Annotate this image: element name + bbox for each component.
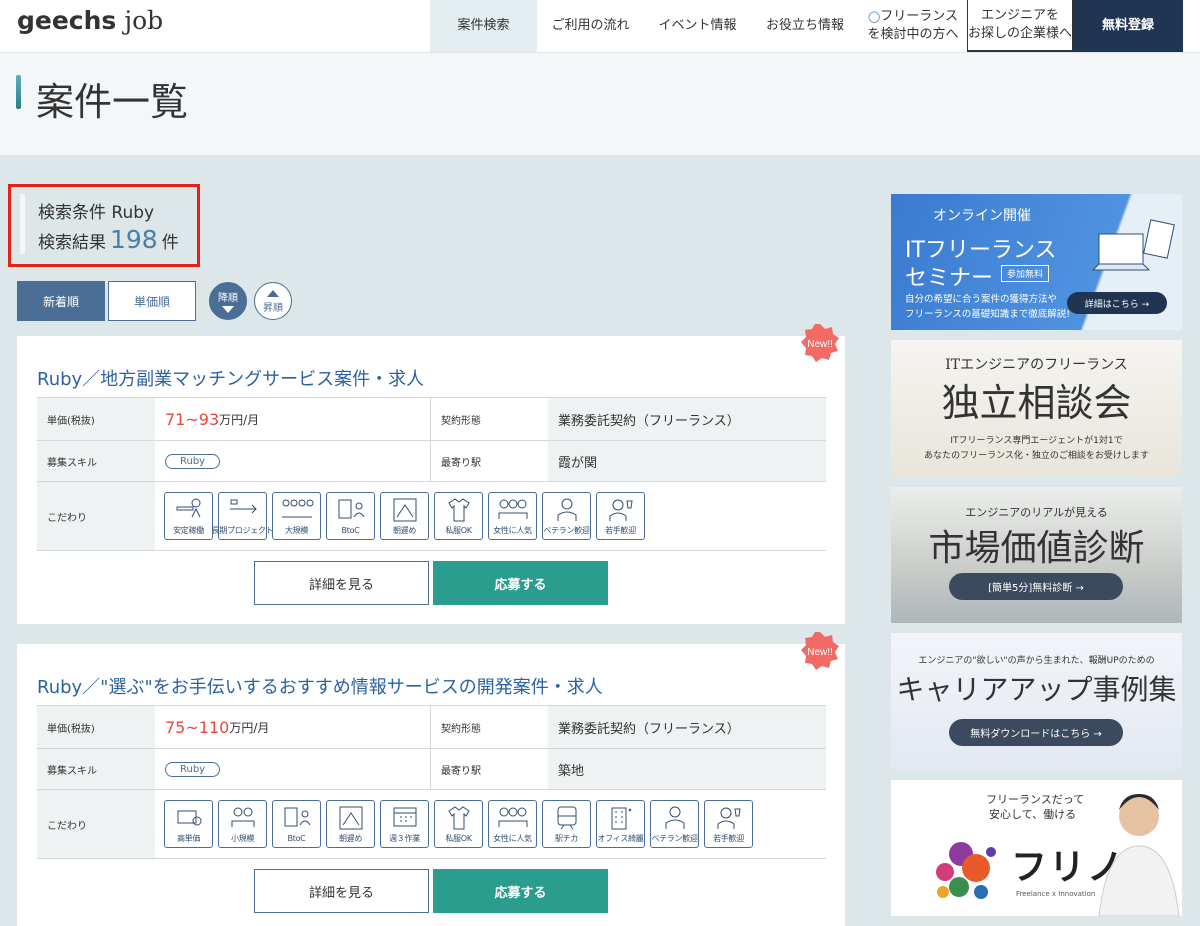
casual-dress-icon: 私服OK <box>434 492 483 540</box>
job-title[interactable]: Ruby／"選ぶ"をお手伝いするおすすめ情報サービスの開発案件・求人 <box>37 673 603 699</box>
view-details-button[interactable]: 詳細を見る <box>254 561 429 605</box>
contract-label: 契約形態 <box>430 398 548 440</box>
frinove-logo-mark <box>936 842 996 899</box>
result-count: 198 <box>110 225 158 254</box>
large-scale-icon: 大規模 <box>272 492 321 540</box>
summary-accent-bar <box>20 194 25 254</box>
job-info-table: 単価(税抜) 71~93 万円/月 契約形態 業務委託契約（フリーランス） 募集ス… <box>37 397 826 551</box>
nav-useful-info[interactable]: お役立ち情報 <box>751 0 859 52</box>
svg-text:New!!: New!! <box>807 647 833 658</box>
market-value-banner[interactable]: エンジニアのリアルが見える 市場価値診断 [簡単5分]無料診断 → <box>891 487 1182 623</box>
contract-label: 契約形態 <box>430 706 548 748</box>
sort-newest-button[interactable]: 新着順 <box>17 281 105 321</box>
features-icons: 安定稼働 長期プロジェクト 大規模 BtoC 朝遅め 私服OK 女性に人気 ベテ… <box>155 482 826 550</box>
title-accent-bar <box>16 75 21 109</box>
register-button[interactable]: 無料登録 <box>1073 0 1183 52</box>
site-logo[interactable]: geechs job <box>17 6 163 35</box>
job-card: New!! Ruby／地方副業マッチングサービス案件・求人 単価(税抜) 71~… <box>17 324 845 624</box>
apply-button[interactable]: 応募する <box>433 561 608 605</box>
site-header: geechs job 案件検索 ご利用の流れ イベント情報 お役立ち情報 ◯フリー… <box>0 0 1200 53</box>
near-station-icon: 駅チカ <box>542 800 591 848</box>
sort-price-button[interactable]: 単価順 <box>108 281 196 321</box>
late-morning-icon: 朝遅め <box>380 492 429 540</box>
nav-for-companies[interactable]: エンジニアを お探しの企業様へ <box>967 0 1073 52</box>
btoc-icon: BtoC <box>326 492 375 540</box>
late-morning-icon: 朝遅め <box>326 800 375 848</box>
skill-tag[interactable]: Ruby <box>165 761 221 777</box>
station-value: 霞が関 <box>548 441 826 481</box>
skill-label: 募集スキル <box>37 441 155 481</box>
new-badge: New!! <box>801 324 839 362</box>
veteran-welcome-icon: ベテラン歓迎 <box>542 492 591 540</box>
popular-with-women-icon: 女性に人気 <box>488 800 537 848</box>
price-label: 単価(税抜) <box>37 398 155 440</box>
young-welcome-icon: 若手歓迎 <box>596 492 645 540</box>
search-condition: 検索条件 Ruby <box>38 203 155 223</box>
triangle-up-icon <box>267 290 279 297</box>
market-diagnosis-button[interactable]: [簡単5分]無料診断 → <box>949 573 1123 600</box>
casual-dress-icon: 私服OK <box>434 800 483 848</box>
sort-desc-button[interactable]: 降順 <box>209 282 247 320</box>
seminar-banner[interactable]: オンライン開催 ITフリーランス セミナー 参加無料 自分の希望に合う案件の獲得… <box>891 194 1182 330</box>
apply-button[interactable]: 応募する <box>433 869 608 913</box>
new-badge: New!! <box>801 632 839 670</box>
consultation-banner[interactable]: ITエンジニアのフリーランス 独立相談会 ITフリーランス専門エージェントが1対… <box>891 340 1182 476</box>
laptop-icon <box>1091 219 1175 271</box>
search-summary: 検索条件 Ruby 検索結果 198 件 <box>8 184 200 267</box>
btoc-icon: BtoC <box>272 800 321 848</box>
triangle-down-icon <box>222 306 234 313</box>
features-icons: 高単価 小規模 BtoC 朝遅め 週３作業 私服OK 女性に人気 駅チカ オフィ… <box>155 790 826 858</box>
job-title[interactable]: Ruby／地方副業マッチングサービス案件・求人 <box>37 365 424 391</box>
nav-events[interactable]: イベント情報 <box>644 0 751 52</box>
veteran-welcome-icon: ベテラン歓迎 <box>650 800 699 848</box>
seminar-details-button[interactable]: 詳細はこちら → <box>1067 292 1167 314</box>
skill-value: Ruby <box>155 749 430 789</box>
nav-job-search[interactable]: 案件検索 <box>430 0 537 52</box>
contract-value: 業務委託契約（フリーランス） <box>548 706 826 748</box>
page-title-bar: 案件一覧 <box>0 53 1200 155</box>
clean-office-icon: オフィス綺麗 <box>596 800 645 848</box>
download-button[interactable]: 無料ダウンロードはこちら → <box>949 719 1123 746</box>
case-study-banner[interactable]: エンジニアの"欲しい"の声から生まれた、報酬UPのための キャリアアップ事例集 … <box>891 633 1182 769</box>
sort-asc-button[interactable]: 昇順 <box>254 282 292 320</box>
skill-value: Ruby <box>155 441 430 481</box>
nav-flow[interactable]: ご利用の流れ <box>537 0 644 52</box>
price-value: 75~110 万円/月 <box>155 706 430 748</box>
job-card: New!! Ruby／"選ぶ"をお手伝いするおすすめ情報サービスの開発案件・求人… <box>17 632 845 926</box>
view-details-button[interactable]: 詳細を見る <box>254 869 429 913</box>
three-days-week-icon: 週３作業 <box>380 800 429 848</box>
job-info-table: 単価(税抜) 75~110 万円/月 契約形態 業務委託契約（フリーランス） 募集… <box>37 705 826 859</box>
skill-label: 募集スキル <box>37 749 155 789</box>
station-label: 最寄り駅 <box>430 441 548 481</box>
young-welcome-icon: 若手歓迎 <box>704 800 753 848</box>
page-title: 案件一覧 <box>36 80 189 124</box>
contract-value: 業務委託契約（フリーランス） <box>548 398 826 440</box>
skill-tag[interactable]: Ruby <box>165 453 221 469</box>
high-pay-icon: 高単価 <box>164 800 213 848</box>
features-label: こだわり <box>37 790 155 858</box>
search-result: 検索結果 198 件 <box>38 225 179 254</box>
long-term-project-icon: 長期プロジェクト <box>212 492 274 540</box>
popular-with-women-icon: 女性に人気 <box>488 492 537 540</box>
features-label: こだわり <box>37 482 155 550</box>
station-label: 最寄り駅 <box>430 749 548 789</box>
small-scale-icon: 小規模 <box>218 800 267 848</box>
shield-icon: ◯ <box>867 9 881 23</box>
nav-freelance-info[interactable]: ◯フリーランス を検討中の方へ <box>860 0 966 52</box>
frinove-banner[interactable]: フリーランスだって 安心して、働ける フリノベ Freelance x Inno… <box>891 780 1182 916</box>
svg-text:New!!: New!! <box>807 339 833 350</box>
price-value: 71~93 万円/月 <box>155 398 430 440</box>
smiling-man-photo <box>1098 794 1180 916</box>
price-label: 単価(税抜) <box>37 706 155 748</box>
stable-work-icon: 安定稼働 <box>164 492 213 540</box>
station-value: 築地 <box>548 749 826 789</box>
